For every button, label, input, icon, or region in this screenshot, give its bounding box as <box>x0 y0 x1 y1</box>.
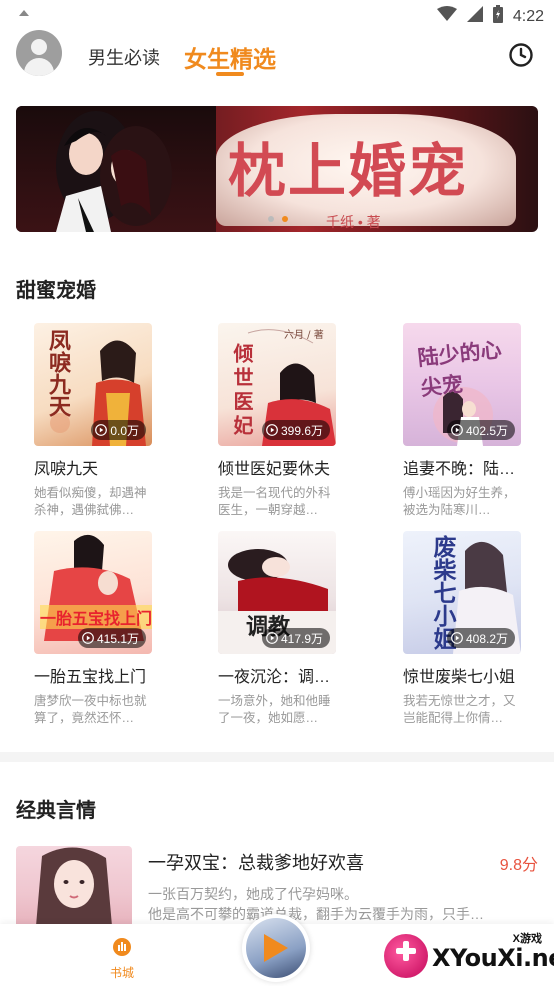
play-count: 415.1万 <box>96 631 139 646</box>
book-cover: 废柴七小姐 408.2万 <box>403 531 521 654</box>
play-icon <box>82 632 94 644</box>
book-title: 倾世医妃要休夫 <box>218 461 331 478</box>
play-count-badge: 408.2万 <box>446 628 515 648</box>
cover-title: 倾世医妃 <box>230 343 254 439</box>
battery-icon <box>492 5 503 28</box>
book-cover: 陆少的心尖宠 402.5万 <box>403 323 521 446</box>
play-count: 408.2万 <box>465 631 508 646</box>
banner-illustration <box>56 111 172 232</box>
bookstore-icon <box>113 938 131 956</box>
cover-title: 凤唳九天 <box>45 329 71 417</box>
nav-bookstore[interactable]: 书城 <box>106 936 138 981</box>
active-tab-indicator <box>216 72 244 76</box>
book-card[interactable]: 陆少的心尖宠 402.5万 追妻不晚：陆… 傅小瑶因为好生养，被选为陆寒川… <box>403 323 521 519</box>
play-count-badge: 415.1万 <box>77 628 146 648</box>
carousel-dot[interactable] <box>268 216 274 222</box>
book-description: 一场意外，她和他睡了一夜，她如愿… <box>218 694 331 725</box>
cover-title: 一胎五宝找上门 <box>40 605 152 629</box>
notification-icon <box>18 8 30 20</box>
top-header: 男生必读 女生精选 <box>0 30 554 90</box>
book-card[interactable]: 调教 417.9万 一夜沉沦：调… 一场意外，她和他睡了一夜，她如愿… <box>218 531 336 727</box>
play-count: 399.6万 <box>280 423 323 438</box>
book-description: 我是一名现代的外科医生，一朝穿越… <box>218 486 331 517</box>
book-cover: 凤唳九天 0.0万 <box>34 323 152 446</box>
book-card[interactable]: 废柴七小姐 408.2万 惊世废柴七小姐 我若无惊世之才，又岂能配得上你倩… <box>403 531 521 727</box>
banner-author: 千纸 • 著 <box>326 214 381 230</box>
book-description: 唐梦欣一夜中标也就算了，竟然还怀… <box>34 694 147 725</box>
tab-female-picks[interactable]: 女生精选 <box>184 40 276 74</box>
cover-author: 六月 / 著 <box>284 330 324 341</box>
play-icon <box>451 424 463 436</box>
section-title-sweet-romance: 甜蜜宠婚 <box>16 280 96 302</box>
tab-male-picks[interactable]: 男生必读 <box>88 44 160 70</box>
watermark-main: XYouXi.net <box>432 944 554 972</box>
watermark-logo: X游戏 XYouXi.net <box>384 930 554 980</box>
list-desc-line: 一张百万契约，她成了代孕妈咪。 <box>148 886 358 902</box>
play-count-badge: 399.6万 <box>261 420 330 440</box>
play-count-badge: 402.5万 <box>446 420 515 440</box>
banner-carousel[interactable]: 枕上婚宠 千纸 • 著 <box>16 106 538 232</box>
book-card[interactable]: 凤唳九天 0.0万 凤唳九天 她看似痴傻，却遇神杀神，遇佛弑佛… <box>34 323 152 519</box>
book-description: 我若无惊世之才，又岂能配得上你倩… <box>403 694 516 725</box>
list-item-title[interactable]: 一孕双宝：总裁爹地好欢喜 <box>148 849 364 875</box>
play-count: 417.9万 <box>280 631 323 646</box>
play-count: 402.5万 <box>465 423 508 438</box>
play-icon <box>266 424 278 436</box>
list-desc-line: 他是高不可攀的霸道总裁，翻手为云覆手为雨，只手… <box>148 906 484 922</box>
list-item-description: 一张百万契约，她成了代孕妈咪。 他是高不可攀的霸道总裁，翻手为云覆手为雨，只手… <box>148 884 518 924</box>
play-count: 0.0万 <box>110 423 139 438</box>
section-title-classic-romance: 经典言情 <box>16 800 96 822</box>
status-time: 4:22 <box>512 7 544 25</box>
book-description: 她看似痴傻，却遇神杀神，遇佛弑佛… <box>34 486 147 517</box>
nav-bookstore-label: 书城 <box>109 966 134 980</box>
clock-icon[interactable] <box>508 42 534 68</box>
book-title: 一胎五宝找上门 <box>34 669 147 686</box>
book-cover: 调教 417.9万 <box>218 531 336 654</box>
cover-title: 陆少的心尖宠 <box>416 336 503 401</box>
book-title: 一夜沉沦：调… <box>218 669 331 686</box>
list-item-score: 9.8分 <box>499 857 538 874</box>
section-divider <box>0 752 554 762</box>
play-icon <box>264 934 288 962</box>
play-count-badge: 0.0万 <box>91 420 146 440</box>
play-icon <box>266 632 278 644</box>
user-avatar-icon[interactable] <box>16 30 62 76</box>
book-title: 追妻不晚：陆… <box>403 461 516 478</box>
carousel-dot-active[interactable] <box>282 216 288 222</box>
book-card[interactable]: 一胎五宝找上门 415.1万 一胎五宝找上门 唐梦欣一夜中标也就算了，竟然还怀… <box>34 531 152 727</box>
book-title: 凤唳九天 <box>34 461 99 478</box>
signal-icon <box>466 6 483 27</box>
banner-title: 枕上婚宠 <box>228 137 469 205</box>
book-card[interactable]: 倾世医妃 六月 / 著 399.6万 倾世医妃要休夫 我是一名现代的外科医生，一… <box>218 323 336 519</box>
play-count-badge: 417.9万 <box>261 628 330 648</box>
now-playing-button[interactable] <box>242 914 310 982</box>
book-description: 傅小瑶因为好生养，被选为陆寒川… <box>403 486 516 517</box>
play-icon <box>451 632 463 644</box>
book-title: 惊世废柴七小姐 <box>403 669 516 686</box>
play-icon <box>95 424 108 436</box>
wifi-icon <box>436 6 457 27</box>
list-item-cover[interactable] <box>16 846 132 926</box>
book-cover: 倾世医妃 六月 / 著 399.6万 <box>218 323 336 446</box>
book-cover: 一胎五宝找上门 415.1万 <box>34 531 152 654</box>
status-bar: 4:22 <box>0 0 554 30</box>
